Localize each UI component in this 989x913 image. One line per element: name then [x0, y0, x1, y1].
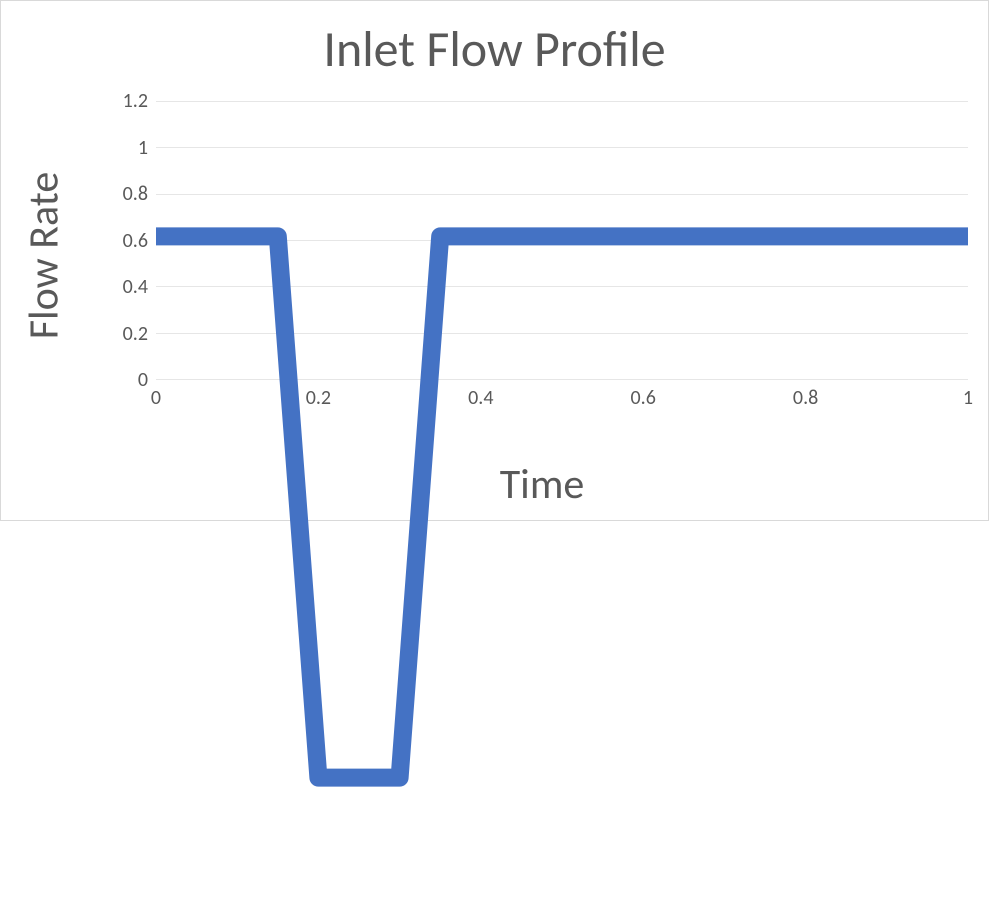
plot-wrapper: 00.20.40.60.811.2 00.20.40.60.81: [116, 101, 968, 410]
x-tick-label: 0.8: [793, 386, 818, 410]
y-tick-label: 0.8: [116, 182, 148, 206]
x-tick-label: 0.6: [631, 386, 656, 410]
data-series: [156, 101, 968, 913]
y-tick-label: 0.2: [116, 322, 148, 346]
y-tick-label: 0: [116, 368, 148, 392]
x-tick-label: 0: [151, 386, 161, 410]
x-tick-label: 1: [963, 386, 973, 410]
y-tick-label: 0.6: [116, 229, 148, 253]
plot-area: [156, 101, 968, 380]
chart-title: Inlet Flow Profile: [1, 19, 988, 80]
series-line: [156, 236, 968, 777]
y-tick-label: 0.4: [116, 275, 148, 299]
x-axis-ticks: 00.20.40.60.81: [156, 382, 968, 410]
y-axis-label-text: Flow Rate: [19, 172, 70, 340]
x-tick-label: 0.2: [306, 386, 331, 410]
y-axis-ticks: 00.20.40.60.811.2: [116, 101, 152, 380]
y-axis-label: Flow Rate: [9, 101, 79, 410]
y-tick-label: 1.2: [116, 89, 148, 113]
x-tick-label: 0.4: [468, 386, 493, 410]
chart-container: Inlet Flow Profile Flow Rate Time 00.20.…: [0, 0, 989, 521]
y-tick-label: 1: [116, 136, 148, 160]
